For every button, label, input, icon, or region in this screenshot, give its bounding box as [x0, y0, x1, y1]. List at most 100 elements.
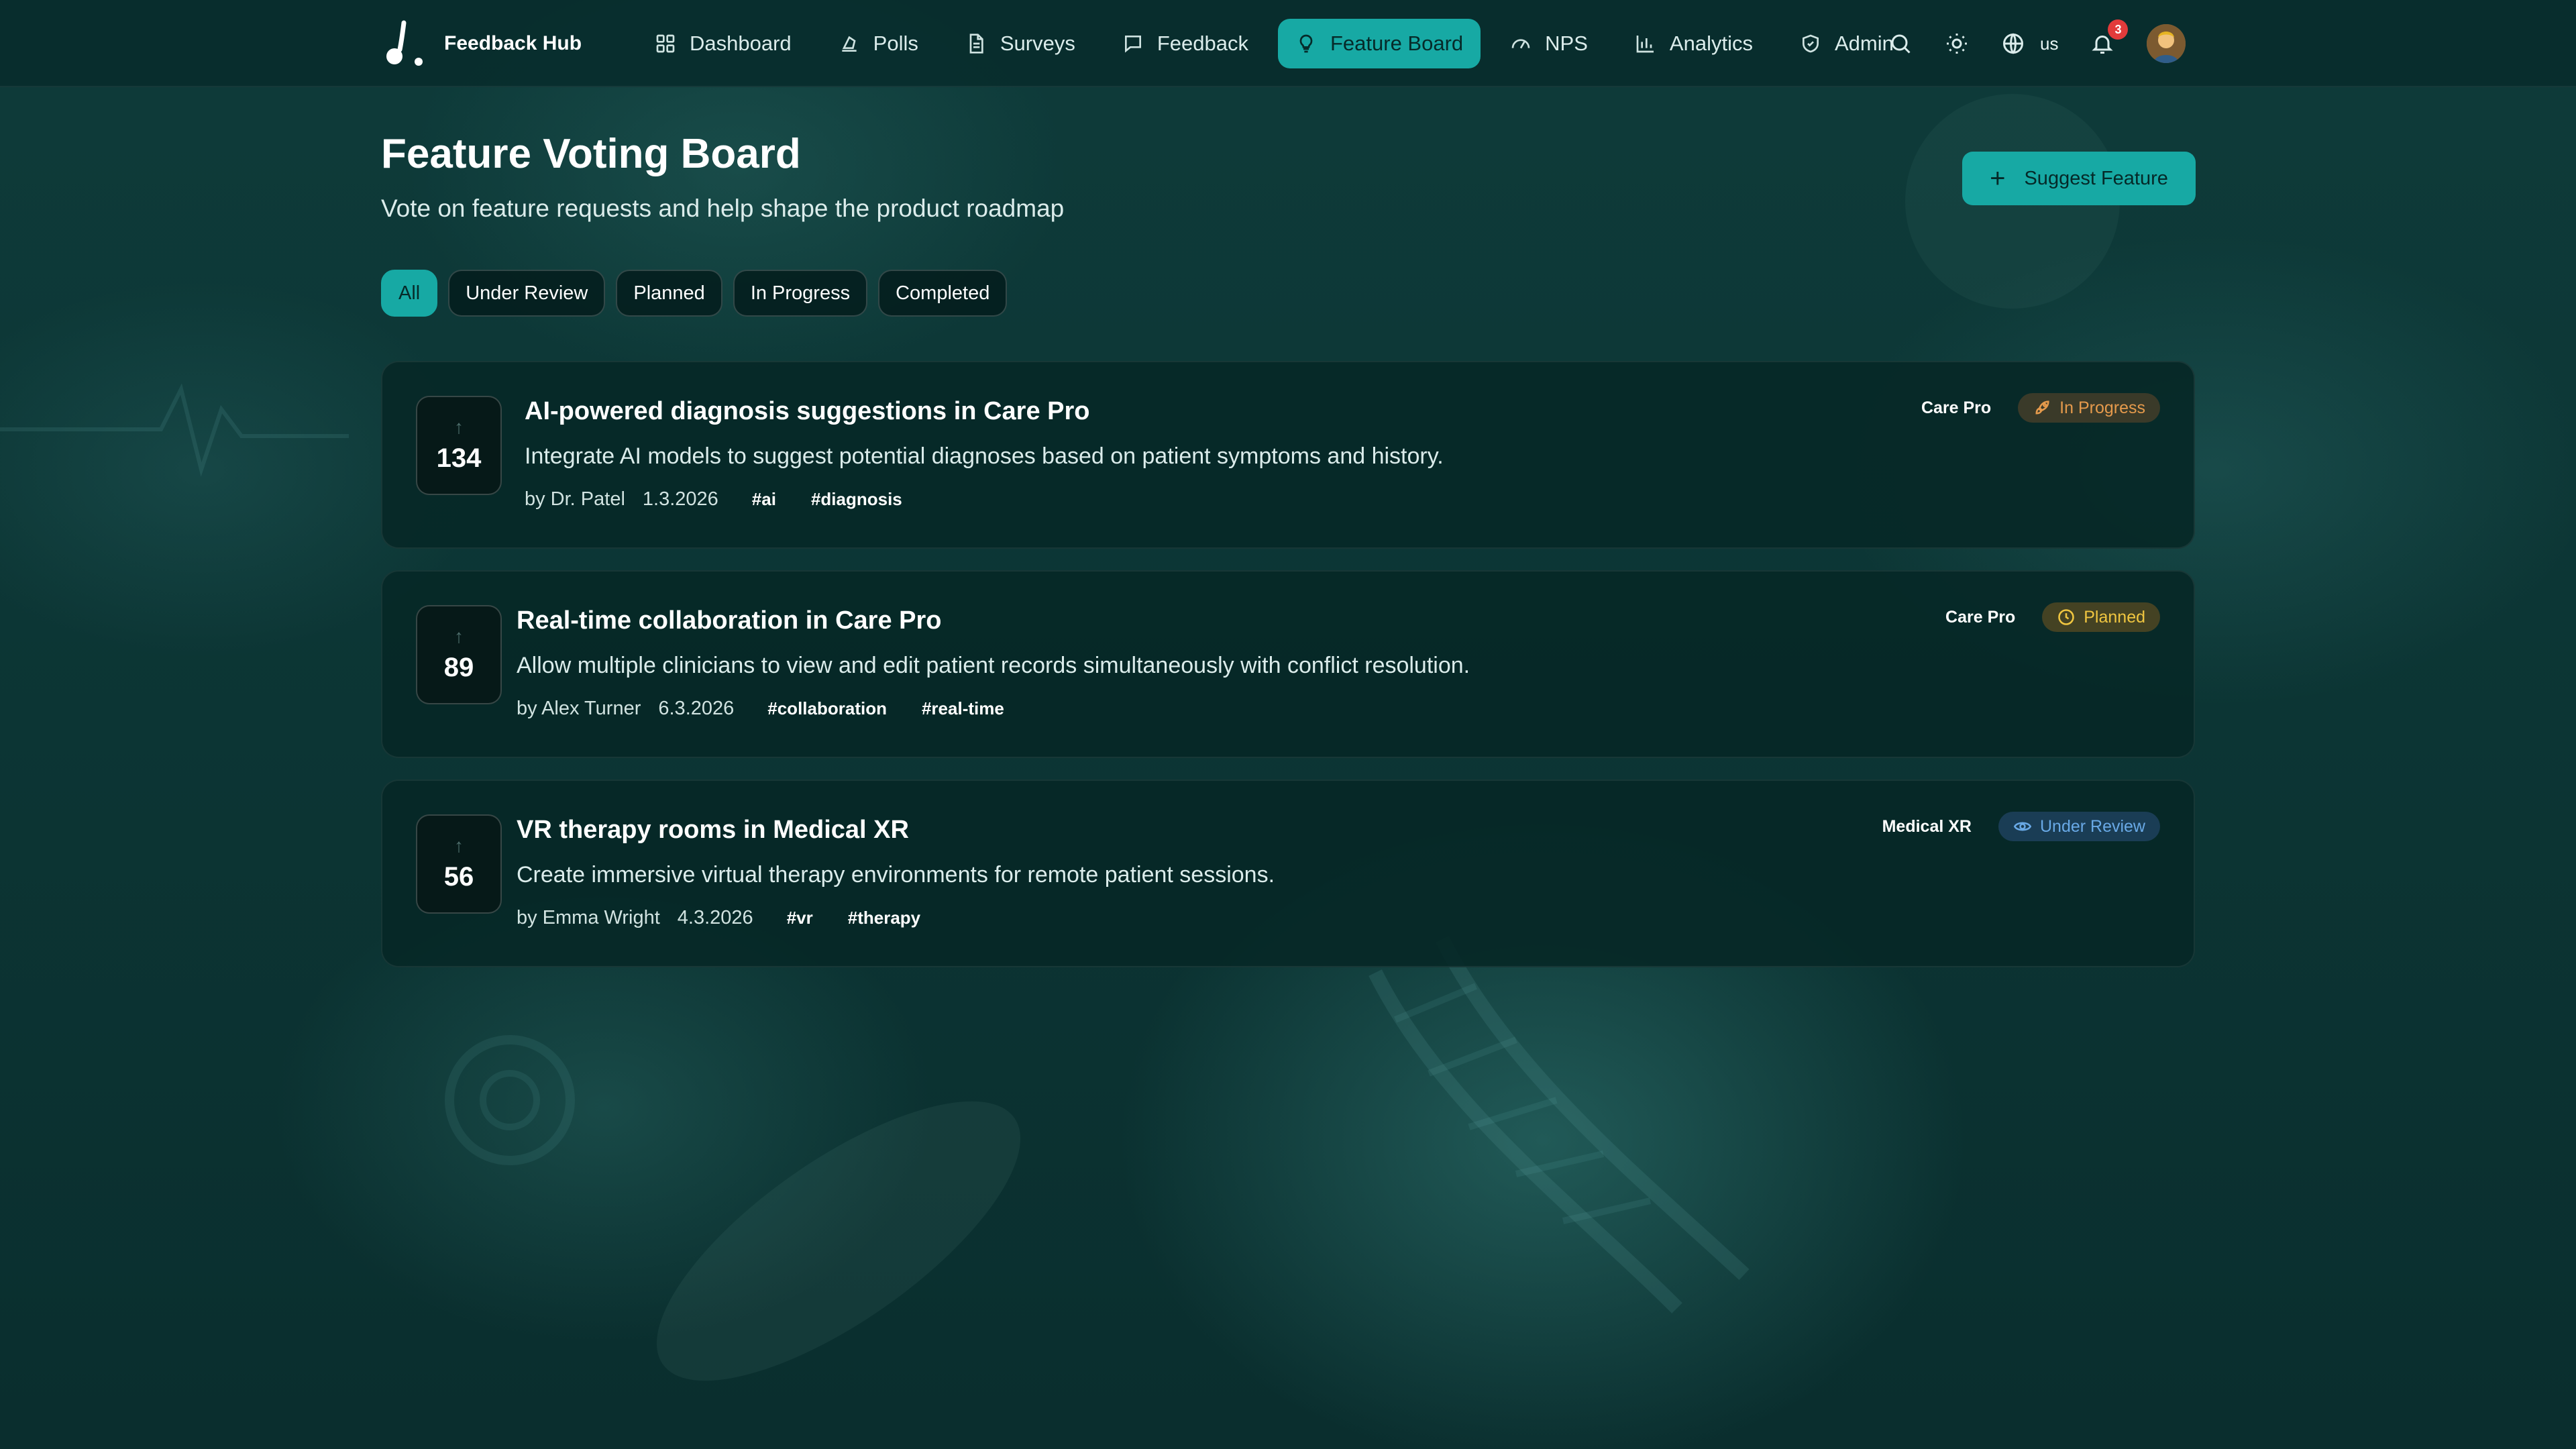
feature-card[interactable]: ↑ 134 AI-powered diagnosis suggestions i…	[381, 361, 2195, 549]
suggest-feature-label: Suggest Feature	[2024, 167, 2168, 189]
feature-title[interactable]: AI-powered diagnosis suggestions in Care…	[525, 397, 1444, 426]
avatar[interactable]	[2147, 24, 2186, 63]
filter-planned[interactable]: Planned	[616, 270, 722, 317]
nav-item-feature-board[interactable]: Feature Board	[1277, 19, 1481, 68]
upvote-button[interactable]: ↑ 56	[416, 814, 502, 914]
feature-author: by Dr. Patel	[525, 488, 625, 510]
feature-meta: by Alex Turner 6.3.2026 #collaboration #…	[517, 698, 1470, 720]
feature-tag[interactable]: #ai	[752, 489, 776, 510]
filter-completed[interactable]: Completed	[878, 270, 1008, 317]
status-badge: Planned	[2042, 602, 2160, 632]
status-filter-bar: All Under Review Planned In Progress Com…	[381, 270, 1008, 317]
feature-card-body: VR therapy rooms in Medical XR Create im…	[517, 816, 1275, 929]
logo-icon	[386, 20, 423, 66]
vote-count: 56	[443, 861, 474, 892]
dashboard-icon	[656, 34, 675, 53]
brand[interactable]: Feedback Hub	[380, 20, 582, 67]
feature-description: Integrate AI models to suggest potential…	[525, 443, 1444, 469]
upvote-button[interactable]: ↑ 134	[416, 396, 502, 495]
feature-date: 4.3.2026	[677, 907, 753, 928]
arrow-up-icon: ↑	[454, 835, 464, 856]
nav-label-analytics: Analytics	[1669, 32, 1753, 55]
brand-name: Feedback Hub	[444, 32, 582, 54]
clock-icon	[2058, 609, 2075, 625]
feature-card-body: AI-powered diagnosis suggestions in Care…	[525, 397, 1444, 511]
nav-item-dashboard[interactable]: Dashboard	[637, 19, 809, 68]
nav-item-analytics[interactable]: Analytics	[1617, 19, 1770, 68]
search-button[interactable]	[1888, 32, 1913, 56]
header-tools: us 3	[1888, 19, 2186, 68]
feature-tag[interactable]: #real-time	[922, 698, 1004, 719]
notifications-button[interactable]: 3	[2090, 19, 2129, 56]
rocket-icon	[2035, 400, 2049, 415]
upvote-button[interactable]: ↑ 89	[416, 605, 502, 704]
document-icon	[969, 34, 983, 54]
language-code: us	[2040, 33, 2059, 54]
status-badge: Under Review	[1998, 812, 2160, 841]
status-label: Under Review	[2039, 816, 2145, 836]
nav-item-polls[interactable]: Polls	[821, 19, 936, 68]
notification-count-badge: 3	[2108, 19, 2129, 40]
status-label: Planned	[2084, 607, 2145, 627]
sun-icon	[1947, 34, 1967, 54]
nav-item-surveys[interactable]: Surveys	[948, 19, 1093, 68]
feature-title[interactable]: Real-time collaboration in Care Pro	[517, 606, 1470, 635]
feature-card-body: Real-time collaboration in Care Pro Allo…	[517, 606, 1470, 720]
bar-chart-icon	[1636, 36, 1654, 53]
eye-icon	[2013, 822, 2032, 831]
feature-tag[interactable]: #diagnosis	[811, 489, 902, 510]
user-avatar-icon	[2147, 24, 2186, 63]
feature-tag[interactable]: #collaboration	[767, 698, 887, 719]
nav-label-dashboard: Dashboard	[690, 32, 792, 55]
nav-label-surveys: Surveys	[1000, 32, 1075, 55]
suggest-feature-button[interactable]: + Suggest Feature	[1962, 152, 2196, 205]
chat-icon	[1124, 36, 1141, 53]
globe-icon	[2003, 33, 2023, 54]
feature-meta: by Dr. Patel 1.3.2026 #ai #diagnosis	[525, 488, 1444, 511]
feature-description: Allow multiple clinicians to view and ed…	[517, 653, 1470, 678]
feature-date: 6.3.2026	[658, 698, 735, 719]
feature-title[interactable]: VR therapy rooms in Medical XR	[517, 816, 1275, 845]
filter-under-review[interactable]: Under Review	[448, 270, 606, 317]
feature-author: by Emma Wright	[517, 907, 660, 928]
nav-item-feedback[interactable]: Feedback	[1105, 19, 1266, 68]
status-badge: In Progress	[2018, 393, 2160, 423]
nav-label-feature-board: Feature Board	[1330, 32, 1464, 55]
vote-count: 89	[443, 652, 474, 682]
page-title: Feature Voting Board	[381, 131, 801, 177]
search-icon	[1891, 34, 1911, 54]
feature-description: Create immersive virtual therapy environ…	[517, 862, 1275, 888]
feature-meta: by Emma Wright 4.3.2026 #vr #therapy	[517, 907, 1275, 929]
theme-toggle[interactable]	[1945, 32, 1969, 56]
feature-card[interactable]: ↑ 89 Real-time collaboration in Care Pro…	[381, 570, 2195, 758]
nav-label-feedback: Feedback	[1157, 32, 1248, 55]
feature-card-labels: Care Pro In Progress	[1921, 393, 2160, 423]
poll-icon	[841, 36, 857, 52]
nav-item-nps[interactable]: NPS	[1493, 19, 1605, 68]
status-label: In Progress	[2059, 398, 2145, 417]
vote-count: 134	[436, 443, 482, 473]
shield-icon	[1802, 34, 1819, 53]
arrow-up-icon: ↑	[454, 416, 464, 437]
top-navigation-bar: Feedback Hub Dashboard Polls Surveys Fee…	[0, 0, 2576, 87]
page-subtitle: Vote on feature requests and help shape …	[381, 195, 1065, 222]
lightbulb-icon	[1299, 34, 1313, 53]
product-label: Medical XR	[1882, 816, 1972, 836]
product-label: Care Pro	[1921, 398, 1992, 417]
nav-label-nps: NPS	[1545, 32, 1588, 55]
language-selector[interactable]: us	[2001, 32, 2058, 56]
feature-author: by Alex Turner	[517, 698, 641, 719]
main-nav: Dashboard Polls Surveys Feedback Feature…	[637, 19, 1911, 68]
feature-card-labels: Medical XR Under Review	[1882, 812, 2160, 841]
product-label: Care Pro	[1945, 607, 2016, 627]
arrow-up-icon: ↑	[454, 625, 464, 647]
gauge-icon	[1511, 39, 1530, 49]
filter-all[interactable]: All	[381, 270, 438, 317]
feature-date: 1.3.2026	[642, 488, 718, 510]
nav-label-polls: Polls	[873, 32, 918, 55]
feature-card-labels: Care Pro Planned	[1945, 602, 2160, 632]
filter-in-progress[interactable]: In Progress	[733, 270, 868, 317]
feature-card[interactable]: ↑ 56 VR therapy rooms in Medical XR Crea…	[381, 780, 2195, 967]
feature-tag[interactable]: #therapy	[848, 908, 920, 928]
feature-tag[interactable]: #vr	[787, 908, 813, 928]
